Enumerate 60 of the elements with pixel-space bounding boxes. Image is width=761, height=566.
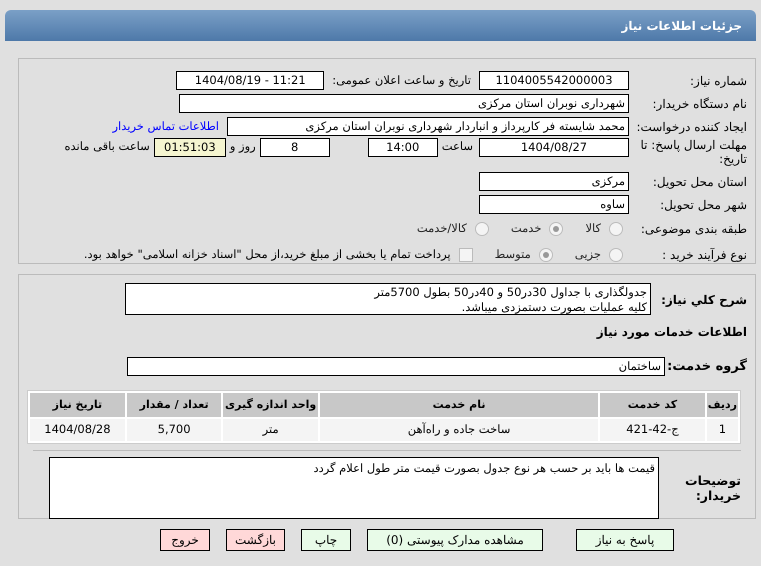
field-label: توضیحات خریدار: [684, 472, 742, 503]
option-label: متوسط [494, 246, 531, 264]
notes-box: قیمت ها باید بر حسب هر نوع جدول بصورت قیمت متر طول اعلام گردد [49, 457, 659, 519]
field-value: 8 [260, 138, 330, 157]
column-header: ردیف [706, 393, 738, 417]
field-value: ساختمان [127, 357, 665, 376]
radio-button[interactable] [474, 222, 489, 236]
field-value: مرکزی [479, 172, 629, 191]
section-title: اطلاعات خدمات مورد نیاز [596, 324, 748, 341]
field-label: تاریخ و ساعت اعلان عمومی: [332, 72, 471, 89]
action-button[interactable]: بازگشت [226, 529, 285, 551]
field-label: ساعت [442, 138, 473, 155]
action-button[interactable]: پاسخ به نیاز [576, 529, 674, 551]
field-label: طبقه بندی موضوعی: [640, 221, 748, 238]
column-header: کد خدمت [600, 393, 705, 417]
field-label: شماره نیاز: [689, 72, 748, 90]
column-header: نام خدمت [320, 393, 598, 417]
action-button[interactable]: مشاهده مدارک پیوستی (0) [367, 529, 543, 551]
field-value: محمد شایسته فر کارپرداز و انباردار شهرداری نوبران استان مرکزی [227, 117, 629, 136]
option-label: کالا/خدمت [416, 220, 467, 238]
column-header: تعداد / مقدار [126, 393, 222, 417]
option-label: جزیی [574, 246, 601, 264]
column-header: تاریخ نیاز [30, 393, 125, 417]
field-label: شهر محل تحویل: [659, 196, 748, 214]
checkbox[interactable] [458, 248, 473, 262]
field-value: ساوه [479, 195, 629, 214]
table-cell: 1404/08/28 [30, 419, 125, 441]
page-header: جزئیات اطلاعات نیاز [5, 10, 756, 41]
contact-link[interactable]: اطلاعات تماس خریدار [112, 118, 219, 136]
field-label: ساعت باقی مانده [64, 138, 150, 155]
payment-note: پرداخت تمام یا بخشی از مبلغ خرید،از محل "اسناد خزانه اسلامی" خواهد بود. [84, 246, 451, 264]
radio-button[interactable] [549, 222, 564, 236]
column-header: واحد اندازه گیری [223, 393, 318, 417]
description-box: جدولگذاری با جداول 30در50 و 40در50 بطول 5700متر کلیه عملیات بصورت دستمزدی میباشد. [125, 283, 651, 315]
table-cell: 5,700 [126, 419, 222, 441]
field-label: روز و [230, 138, 256, 155]
field-label: گروه خدمت: [666, 357, 748, 376]
field-value: 1404/08/27 [479, 138, 629, 157]
field-label: ایجاد کننده درخواست: [635, 118, 748, 136]
field-label: مهلت ارسال پاسخ: تا تاریخ: [639, 138, 748, 166]
radio-button[interactable] [609, 248, 623, 262]
radio-button[interactable] [538, 248, 553, 262]
option-label: خدمت [510, 220, 542, 238]
radio-button[interactable] [609, 222, 623, 236]
field-label: نوع فرآیند خرید : [661, 247, 748, 264]
action-button[interactable]: چاپ [301, 529, 351, 551]
field-label: شرح کلي نياز: [660, 292, 748, 309]
table-cell: ج-42-421 [600, 419, 705, 441]
table-cell: 1 [706, 419, 738, 441]
field-value: 1404/08/19 - 11:21 [176, 71, 324, 90]
field-value: 1104005542000003 [479, 71, 629, 90]
table-cell: ساخت جاده و راه‌آهن [320, 419, 598, 441]
option-label: کالا [585, 220, 601, 238]
action-button[interactable]: خروج [160, 529, 210, 551]
field-label: استان محل تحویل: [652, 174, 748, 190]
field-value: 01:51:03 [154, 138, 226, 157]
field-value: شهرداری نوبران استان مرکزی [179, 94, 629, 113]
field-label: نام دستگاه خریدار: [652, 96, 748, 112]
field-value: 14:00 [368, 138, 438, 157]
table-cell: متر [223, 419, 318, 441]
